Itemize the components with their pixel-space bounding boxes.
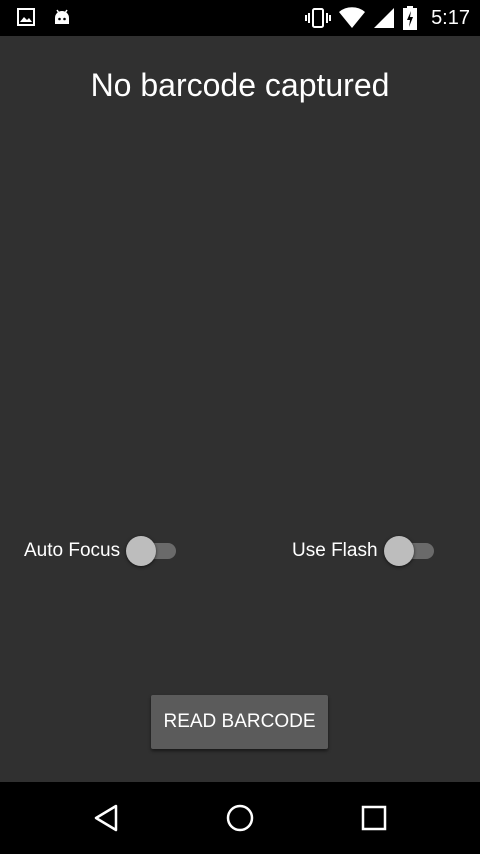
app-content: No barcode captured Auto Focus Use Flash… (0, 36, 480, 782)
back-icon[interactable] (90, 802, 122, 834)
use-flash-label: Use Flash (292, 540, 378, 561)
use-flash-switch[interactable] (383, 533, 436, 569)
image-icon (17, 8, 35, 26)
use-flash-switch-thumb (383, 536, 414, 566)
navigation-bar (0, 782, 480, 854)
android-icon (55, 9, 69, 24)
auto-focus-option[interactable]: Auto Focus (24, 533, 178, 569)
battery-icon (403, 6, 418, 30)
recents-icon[interactable] (358, 802, 390, 834)
auto-focus-label: Auto Focus (24, 540, 121, 561)
auto-focus-switch-thumb (126, 536, 157, 566)
barcode-status-text: No barcode captured (90, 67, 390, 103)
vibrate-icon (305, 8, 332, 28)
auto-focus-switch[interactable] (126, 533, 178, 569)
clock: 5:17 (431, 7, 470, 29)
signal-icon (374, 8, 395, 28)
use-flash-option[interactable]: Use Flash (292, 533, 436, 569)
notification-icons (16, 7, 72, 27)
wifi-icon (339, 7, 366, 29)
home-icon[interactable] (224, 802, 256, 834)
system-icons: 5:17 (305, 6, 470, 30)
status-bar: 5:17 (0, 0, 480, 36)
read-barcode-button[interactable]: READ BARCODE (151, 695, 328, 749)
